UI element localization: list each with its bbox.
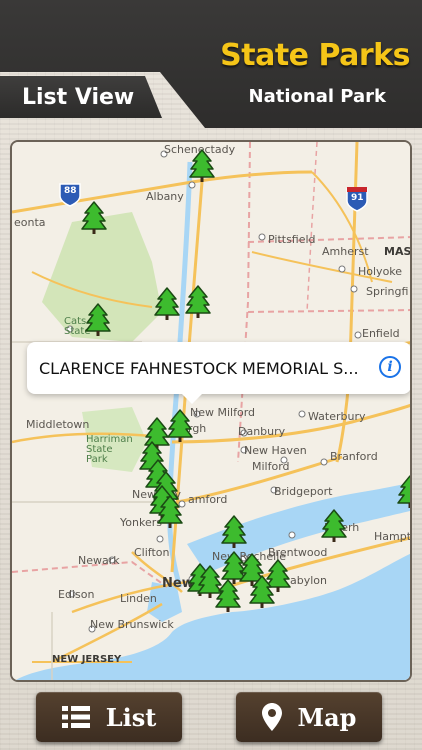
map-button[interactable]: Map: [236, 692, 382, 742]
park-pins-layer: [81, 149, 412, 613]
park-pin-icon[interactable]: [81, 201, 107, 235]
park-pin-icon[interactable]: [221, 515, 247, 549]
park-pin-icon[interactable]: [321, 509, 347, 543]
list-view-tab[interactable]: List View: [0, 76, 162, 118]
info-icon[interactable]: i: [379, 356, 401, 378]
list-button-label: List: [105, 702, 157, 732]
list-view-label: List View: [22, 84, 135, 110]
map-pin-icon: [261, 703, 282, 731]
map-button-label: Map: [297, 702, 357, 732]
app-title: State Parks: [220, 38, 410, 73]
park-pin-icon[interactable]: [154, 287, 180, 321]
park-pin-icon[interactable]: [185, 285, 211, 319]
park-pin-icon[interactable]: [167, 409, 193, 443]
list-button[interactable]: List: [36, 692, 182, 742]
park-pin-icon[interactable]: [397, 475, 412, 509]
app-subtitle: National Park: [248, 86, 386, 107]
map-view[interactable]: Schenectady Albany eonta Pittsfield Amhe…: [10, 140, 412, 682]
park-pin-icon[interactable]: [85, 303, 111, 337]
park-pin-icon[interactable]: [189, 149, 215, 183]
list-icon: [61, 706, 90, 728]
park-callout[interactable]: CLARENCE FAHNESTOCK MEMORIAL S... i: [27, 342, 410, 404]
callout-park-name: CLARENCE FAHNESTOCK MEMORIAL S...: [39, 358, 359, 378]
